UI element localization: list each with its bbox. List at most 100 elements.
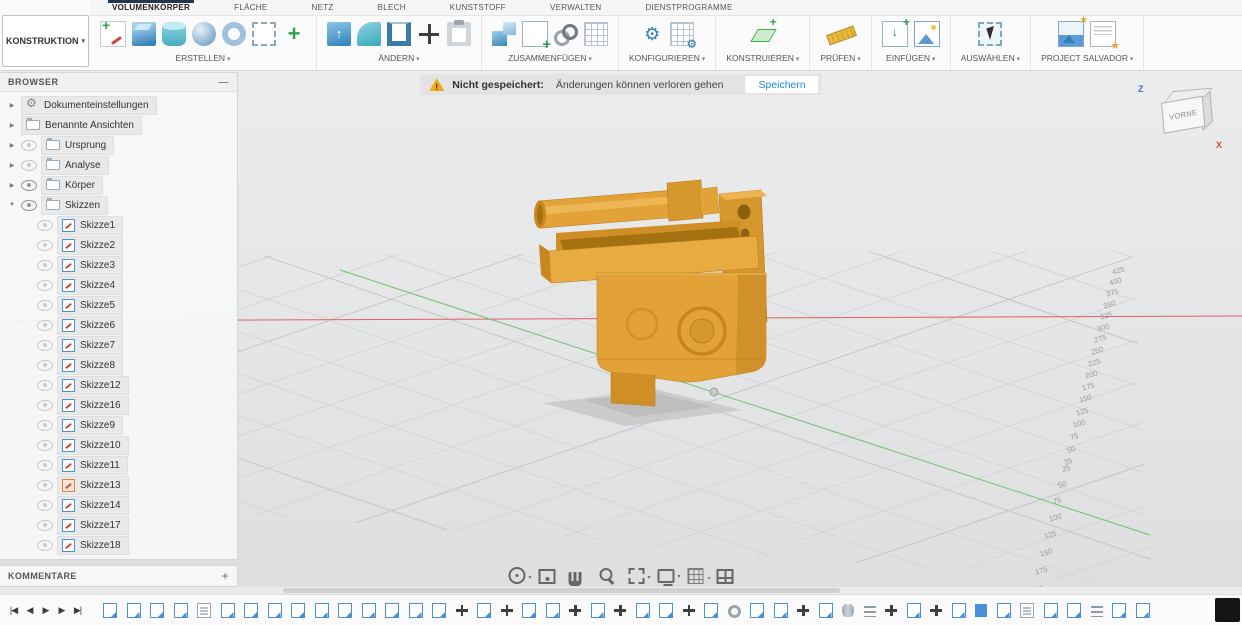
eye-icon[interactable] (37, 479, 53, 491)
sketch-item[interactable]: Skizze6 (0, 315, 237, 335)
go-to-start-icon[interactable]: |◀ (7, 605, 20, 616)
ribbon-tab[interactable]: NETZ (308, 0, 338, 15)
step-forward-icon[interactable]: ▶ (55, 605, 68, 616)
canvas-icon[interactable] (913, 21, 940, 47)
model-3d-part[interactable] (534, 179, 768, 426)
eye-icon[interactable] (37, 359, 53, 371)
sketch-icon[interactable] (291, 603, 305, 618)
view-cube-front-face[interactable]: VORNE (1161, 95, 1206, 134)
move-icon[interactable] (455, 604, 468, 617)
orbit-icon[interactable] (508, 567, 532, 584)
look-icon[interactable] (538, 569, 556, 584)
chevron-icon[interactable]: ▶ (7, 122, 17, 129)
sketch-icon[interactable] (659, 603, 673, 618)
go-to-end-icon[interactable]: ▶| (71, 605, 84, 616)
eye-icon[interactable] (37, 519, 53, 531)
browser-item[interactable]: ▶ Ursprung (0, 135, 237, 155)
chevron-icon[interactable]: ▶ (7, 102, 17, 109)
sketch-item[interactable]: Skizze4 (0, 275, 237, 295)
eye-icon[interactable] (37, 239, 53, 251)
group-label[interactable]: KONSTRUIEREN (726, 53, 799, 63)
ai-image-icon[interactable] (1058, 15, 1088, 47)
sketch-icon[interactable] (150, 603, 164, 618)
sketch-item[interactable]: Skizze13 (0, 475, 237, 495)
press-pull-icon[interactable] (327, 22, 351, 46)
view-cube-body[interactable]: VORNE (1160, 87, 1213, 136)
sketch-item[interactable]: Skizze7 (0, 335, 237, 355)
browser-item[interactable]: ▶ Analyse (0, 155, 237, 175)
eye-icon[interactable] (21, 139, 37, 151)
eye-icon[interactable] (37, 259, 53, 271)
chevron-icon[interactable]: ▶ (7, 162, 17, 169)
sketch-icon[interactable] (818, 603, 833, 618)
sketch-icon[interactable] (590, 603, 605, 618)
group-label[interactable]: ÄNDERN (378, 53, 419, 63)
move-icon[interactable] (614, 604, 626, 617)
zoom-icon[interactable] (599, 567, 616, 584)
group-label[interactable]: EINFÜGEN (886, 53, 935, 63)
eye-icon[interactable] (37, 439, 53, 451)
eye-icon[interactable] (37, 279, 53, 291)
extrude-icon[interactable] (132, 22, 156, 46)
group-label[interactable]: PRÜFEN (820, 53, 860, 63)
sketch-icon[interactable] (1112, 603, 1126, 618)
ribbon-tab[interactable]: KUNSTSTOFF (446, 0, 510, 15)
move-icon[interactable] (569, 604, 581, 617)
sketch-icon[interactable] (996, 603, 1011, 618)
browser-item[interactable]: ▶ Körper (0, 175, 237, 195)
sketch-item[interactable]: Skizze2 (0, 235, 237, 255)
move-icon[interactable] (500, 604, 513, 617)
sketch-icon[interactable] (385, 603, 399, 618)
configure-icon[interactable] (640, 22, 664, 46)
eye-icon[interactable] (21, 179, 37, 191)
paste-icon[interactable] (447, 20, 471, 46)
move-icon[interactable] (930, 604, 942, 617)
sketch-icon[interactable] (1067, 603, 1081, 618)
hole-icon[interactable] (842, 604, 854, 617)
ribbon-tab[interactable]: FLÄCHE (230, 0, 271, 15)
ribbon-tab[interactable]: BLECH (374, 0, 410, 15)
step-back-icon[interactable]: ◀ (23, 605, 36, 616)
blue-icon[interactable] (975, 604, 987, 617)
sketch-icon[interactable] (545, 603, 560, 618)
ring-icon[interactable] (727, 605, 741, 618)
eye-icon[interactable] (37, 399, 53, 411)
sketch-icon[interactable] (361, 603, 376, 618)
sketch-icon[interactable] (244, 603, 258, 618)
viewports-icon[interactable] (716, 569, 734, 584)
sketch-item[interactable]: Skizze1 (0, 215, 237, 235)
eye-icon[interactable] (37, 419, 53, 431)
fillet-icon[interactable] (357, 22, 381, 46)
comments-panel[interactable]: KOMMENTARE + (0, 565, 238, 587)
browser-item[interactable]: ▶ Benannte Ansichten (0, 115, 237, 135)
eye-icon[interactable] (37, 539, 53, 551)
chevron-icon[interactable]: ▶ (7, 142, 17, 149)
eye-icon[interactable] (37, 459, 53, 471)
sketch-icon[interactable] (267, 603, 282, 618)
new-component-icon[interactable] (522, 21, 551, 53)
group-label[interactable]: ZUSAMMENFÜGEN (508, 53, 592, 63)
revolve-icon[interactable] (162, 22, 186, 46)
measure-icon[interactable] (829, 22, 853, 46)
timeline-scrollbar[interactable] (281, 587, 1242, 594)
sketch-icon[interactable] (1043, 603, 1058, 618)
select-icon[interactable] (978, 22, 1003, 46)
add-comment-button[interactable]: + (222, 569, 229, 583)
sketch-icon[interactable] (522, 603, 536, 618)
sketch-icon[interactable] (432, 603, 446, 618)
move-icon[interactable] (885, 604, 897, 617)
collapse-browser-button[interactable]: — (219, 77, 230, 88)
group-label[interactable]: AUSWÄHLEN (961, 53, 1020, 63)
sketch-icon[interactable] (1135, 603, 1150, 618)
sphere-icon[interactable] (192, 22, 216, 46)
sketch-icon[interactable] (220, 603, 235, 618)
sketch-icon[interactable] (314, 603, 329, 618)
eye-icon[interactable] (37, 379, 53, 391)
ai-doc-icon[interactable] (1090, 21, 1120, 52)
sketch-item[interactable]: Skizze14 (0, 495, 237, 515)
group-label[interactable]: KONFIGURIEREN (629, 53, 705, 63)
chevron-icon[interactable]: ▶ (7, 182, 17, 189)
sketch-icon[interactable] (773, 603, 788, 618)
doc-icon[interactable] (1020, 603, 1034, 618)
table-icon[interactable] (584, 22, 608, 46)
